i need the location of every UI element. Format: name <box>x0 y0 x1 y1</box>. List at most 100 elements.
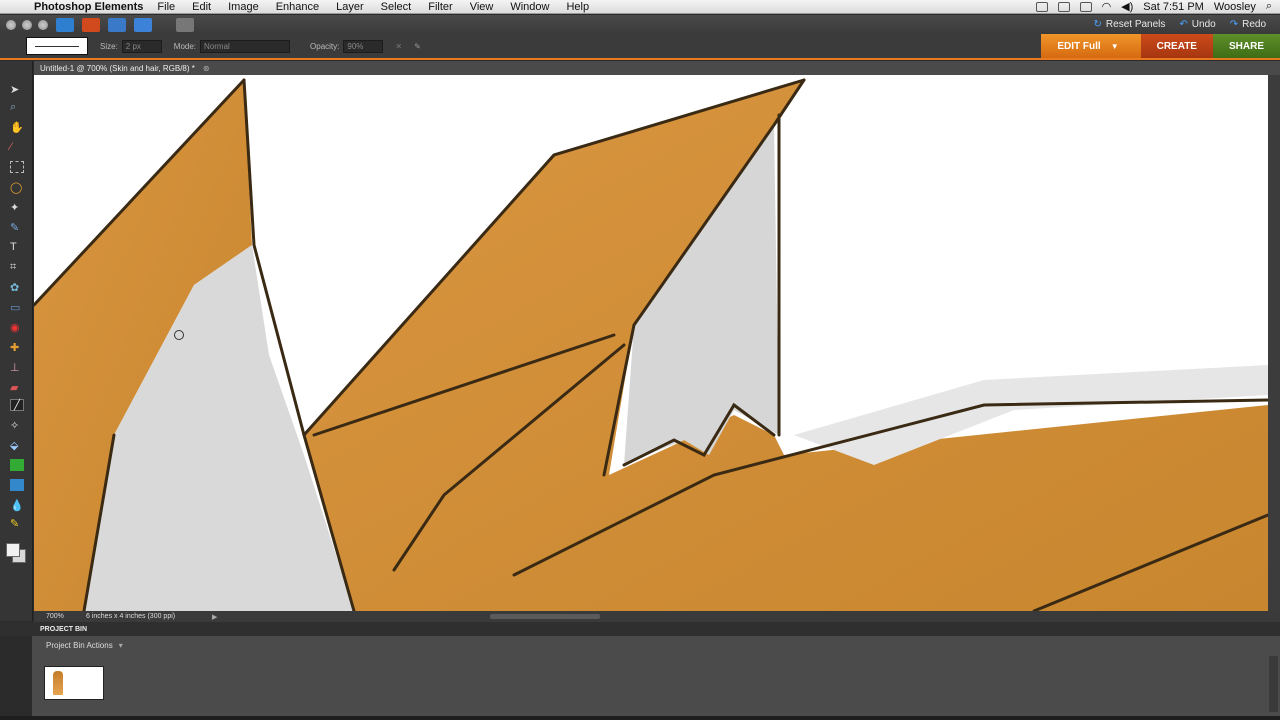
paint-bucket-tool-icon[interactable]: ⬙ <box>10 439 24 452</box>
chevron-down-icon: ▼ <box>1110 41 1119 51</box>
mode-label: Mode: <box>173 41 197 51</box>
eraser-tool-icon[interactable]: ▰ <box>10 381 24 394</box>
gradient-tool-icon[interactable] <box>10 459 24 471</box>
menu-edit[interactable]: Edit <box>192 1 211 13</box>
redo-icon: ↷ <box>1229 19 1239 30</box>
eyedropper-tool-icon[interactable]: ⁄ <box>10 141 24 153</box>
shape-tool-icon[interactable] <box>10 479 24 491</box>
spotlight-search-icon[interactable]: ⌕ <box>1266 0 1272 13</box>
menu-layer[interactable]: Layer <box>336 1 364 13</box>
opacity-field[interactable]: 90% <box>343 39 384 53</box>
brush-tool-icon[interactable]: ╱ <box>10 399 24 411</box>
undo-icon: ↶ <box>1179 19 1188 30</box>
reset-panels-label: Reset Panels <box>1105 19 1166 30</box>
status-tray-icon[interactable] <box>1035 1 1048 12</box>
hair-spike-center <box>304 80 1268 611</box>
straighten-tool-icon[interactable]: ▭ <box>10 301 24 314</box>
bridge-icon[interactable] <box>82 17 100 32</box>
marquee-tool-icon[interactable] <box>10 161 24 173</box>
status-menu-arrow-icon[interactable]: ▶ <box>212 613 217 621</box>
document-canvas[interactable] <box>34 75 1268 611</box>
red-eye-tool-icon[interactable]: ◉ <box>10 321 24 334</box>
foreground-color-swatch[interactable] <box>6 543 20 557</box>
redo-label: Redo <box>1242 19 1266 30</box>
blur-tool-icon[interactable]: 💧 <box>10 499 24 512</box>
horizontal-scrollbar[interactable] <box>490 614 600 619</box>
project-bin-actions-label: Project Bin Actions <box>46 641 113 650</box>
window-bottom-edge <box>0 716 1280 720</box>
project-bin-header[interactable]: PROJECT BIN <box>0 622 1280 636</box>
airbrush-icon[interactable]: ✕ <box>395 42 402 51</box>
status-bar: 700% 6 inches x 4 inches (300 ppi) ▶ <box>34 611 1280 622</box>
cookie-cutter-tool-icon[interactable]: ✿ <box>10 281 24 294</box>
project-bin-thumbnail[interactable] <box>44 666 104 700</box>
wifi-icon[interactable]: ◠ <box>1102 0 1112 13</box>
save-icon[interactable] <box>108 17 126 32</box>
move-tool-icon[interactable]: ➤ <box>10 83 24 96</box>
clone-stamp-tool-icon[interactable]: ⊥ <box>10 361 24 374</box>
menu-window[interactable]: Window <box>510 1 549 13</box>
healing-brush-tool-icon[interactable]: ✚ <box>10 341 24 354</box>
hand-tool-icon[interactable]: ✋ <box>10 121 24 134</box>
toolbox: ➤ ⌕ ✋ ⁄ ◯ ✦ ✎ T ⌗ ✿ ▭ ◉ ✚ ⊥ ▰ ╱ ✧ ⬙ 💧 ✎ <box>0 61 33 621</box>
status-tray-icon[interactable] <box>1079 1 1092 12</box>
crop-tool-icon[interactable]: ⌗ <box>10 261 24 273</box>
tool-options-bar: Size: 2 px Mode: Normal Opacity: 90% ✕ ✎… <box>0 34 1280 60</box>
sponge-tool-icon[interactable]: ✎ <box>10 517 24 530</box>
tab-edit-label: EDIT Full <box>1057 40 1101 52</box>
size-field[interactable]: 2 px <box>121 39 162 53</box>
brush-cursor <box>174 330 184 340</box>
menu-select[interactable]: Select <box>381 1 412 13</box>
workspace-layout-icon[interactable] <box>176 17 194 32</box>
help-icon[interactable] <box>134 17 152 32</box>
brush-preset-picker[interactable] <box>26 37 88 55</box>
document-info: 6 inches x 4 inches (300 ppi) <box>86 613 176 620</box>
shortcuts-bar: ↻ Reset Panels ↶ Undo ↷ Redo <box>0 15 1280 34</box>
mode-tabs: EDIT Full ▼ CREATE SHARE <box>1041 34 1280 58</box>
close-document-icon[interactable]: ⊗ <box>203 64 210 73</box>
zoom-tool-icon[interactable]: ⌕ <box>10 101 24 113</box>
undo-label: Undo <box>1191 19 1216 30</box>
lasso-tool-icon[interactable]: ◯ <box>10 181 24 194</box>
menu-enhance[interactable]: Enhance <box>276 1 319 13</box>
menu-file[interactable]: File <box>157 1 175 13</box>
tab-create[interactable]: CREATE <box>1140 34 1213 58</box>
tab-share[interactable]: SHARE <box>1212 34 1280 58</box>
project-bin-scrollbar[interactable] <box>1269 656 1278 712</box>
artwork <box>34 78 1268 611</box>
menu-help[interactable]: Help <box>566 1 589 13</box>
volume-icon[interactable]: ◀) <box>1121 0 1133 13</box>
reset-icon: ↻ <box>1093 19 1102 30</box>
close-window-icon[interactable] <box>6 19 16 30</box>
thumbnail-figure <box>53 671 63 695</box>
mode-select[interactable]: Normal <box>200 39 291 53</box>
app-name-menu[interactable]: Photoshop Elements <box>34 1 143 13</box>
menu-filter[interactable]: Filter <box>428 1 452 13</box>
vertical-scrollbar[interactable] <box>1268 75 1280 611</box>
undo-button[interactable]: ↶ Undo <box>1179 19 1215 30</box>
menu-bar: Photoshop Elements File Edit Image Enhan… <box>0 0 1280 14</box>
project-bin: Project Bin Actions ▾ <box>32 636 1280 716</box>
project-bin-actions[interactable]: Project Bin Actions ▾ <box>46 641 123 650</box>
document-tab[interactable]: Untitled-1 @ 700% (Skin and hair, RGB/8)… <box>34 61 1280 75</box>
clock[interactable]: Sat 7:51 PM <box>1143 1 1204 13</box>
redo-button[interactable]: ↷ Redo <box>1230 19 1266 30</box>
zoom-window-icon[interactable] <box>38 19 48 30</box>
size-label: Size: <box>100 41 118 51</box>
magic-wand-tool-icon[interactable]: ✦ <box>10 201 24 214</box>
user-name[interactable]: Woosley <box>1214 1 1256 13</box>
smart-brush-tool-icon[interactable]: ✧ <box>10 419 24 432</box>
new-file-icon[interactable] <box>56 17 74 32</box>
minimize-window-icon[interactable] <box>22 19 32 30</box>
quick-selection-tool-icon[interactable]: ✎ <box>10 221 24 234</box>
document-title: Untitled-1 @ 700% (Skin and hair, RGB/8)… <box>40 63 195 73</box>
zoom-level[interactable]: 700% <box>34 613 86 620</box>
menu-view[interactable]: View <box>470 1 494 13</box>
type-tool-icon[interactable]: T <box>10 241 24 253</box>
reset-panels-button[interactable]: ↻ Reset Panels <box>1094 19 1166 30</box>
chevron-down-icon: ▾ <box>118 641 123 650</box>
tab-edit-full[interactable]: EDIT Full ▼ <box>1041 34 1141 58</box>
status-tray-icon[interactable] <box>1057 1 1070 12</box>
menu-image[interactable]: Image <box>228 1 259 13</box>
tablet-options-icon[interactable]: ✎ <box>414 42 421 51</box>
